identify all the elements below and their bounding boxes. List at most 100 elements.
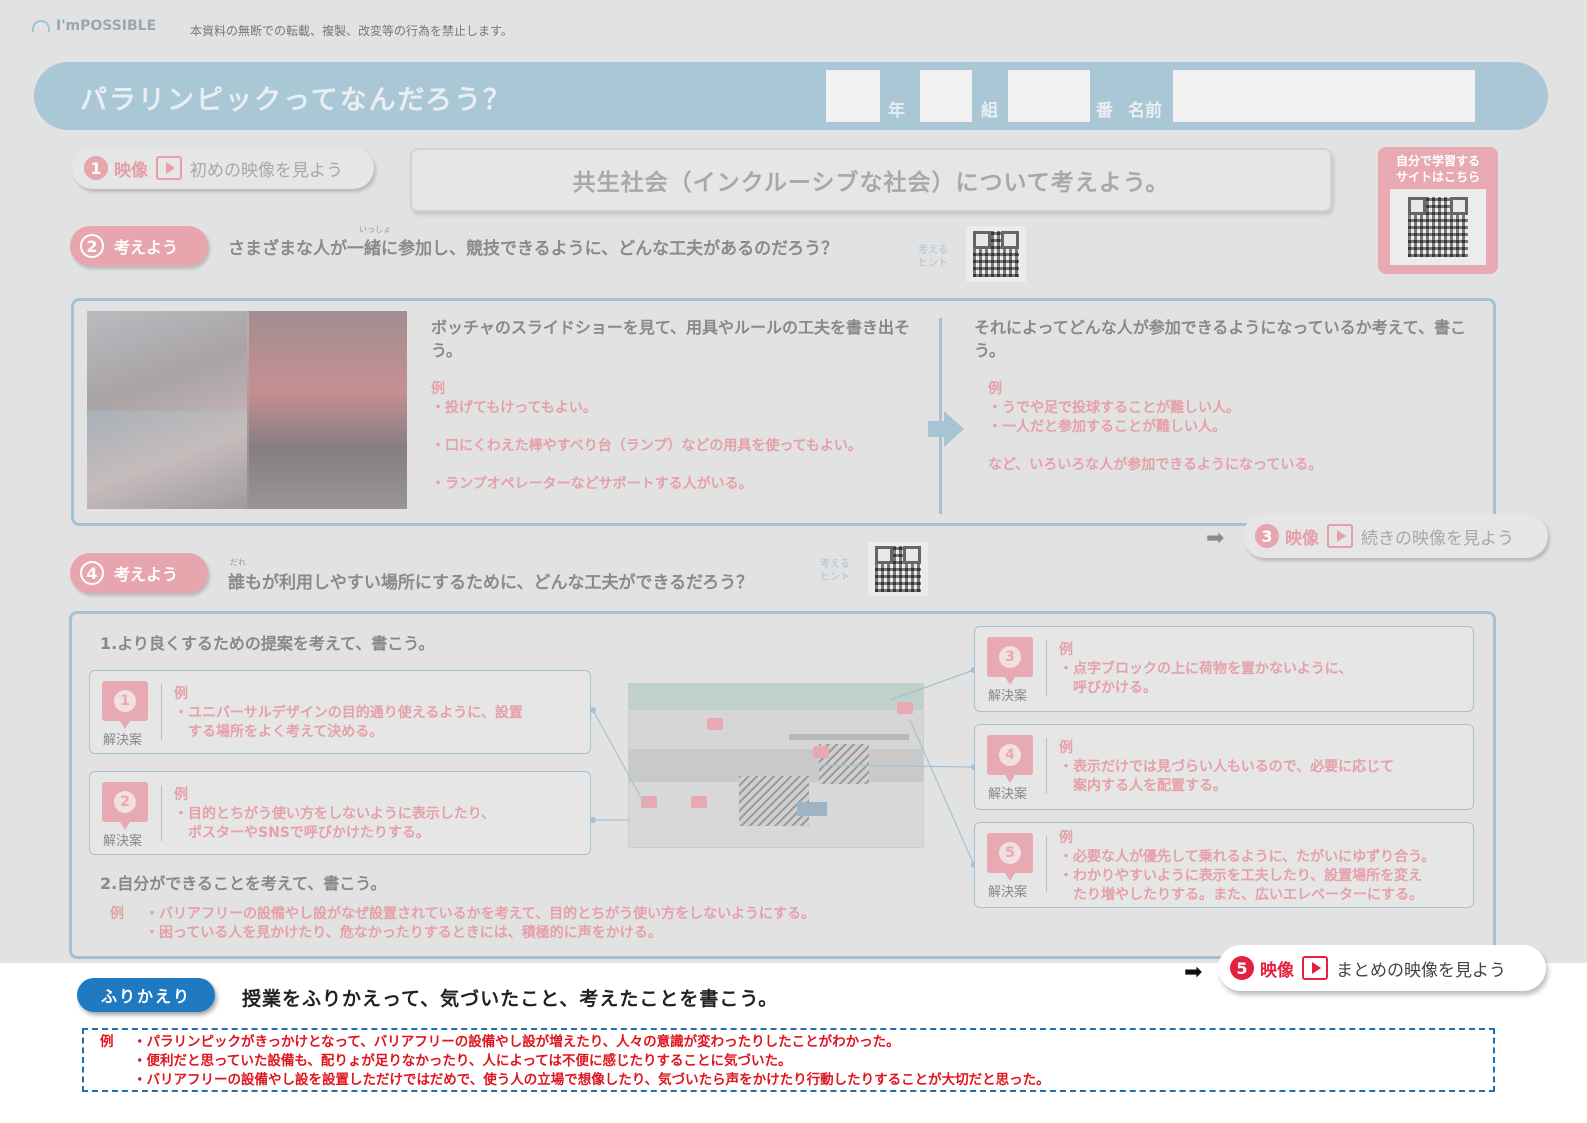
number-label: 番 [1096,101,1113,121]
self-study-line2: サイトはこちら [1395,170,1480,184]
page-title: パラリンピックってなんだろう？ [80,85,513,116]
solution-example-label: 例 [174,787,188,803]
solution-card-5: 5 解決案 例 ・必要な人が優先して乗れるように、たがいにゆずり合う。 ・わかり… [974,822,1474,908]
step5-number: 5 [1230,956,1254,980]
section2-example-1: ・バリアフリーの設備やし設がなぜ設置されているかを考えて、目的とちがう使い方をし… [145,906,816,922]
section2-example-label: 例 [110,906,124,922]
solution-badge: 3 [987,637,1033,685]
step4-think-badge: 4 考えよう [70,553,208,593]
solution-card-3: 3 解決案 例 ・点字ブロックの上に荷物を置かないように、 呼びかける。 [974,626,1474,712]
step4-ruby: だれ [230,558,246,567]
step2-right-example-1: ・うでや足で投球することが難しい人。 [988,400,1240,416]
step2-left-example-label: 例 [431,381,445,397]
review-example-label: 例 [100,1034,114,1050]
grade-field[interactable] [826,70,880,122]
step2-right-example-label: 例 [988,381,1002,397]
step4-label: 考えよう [114,565,179,584]
solution-example-label: 例 [1059,830,1073,846]
solution-5-line-3: たり増やしたりする。また、広いエレベーターにする。 [1059,887,1424,903]
solution-2-line-1: ・目的とちがう使い方をしないように表示したり、 [174,806,496,822]
step4-hint-label: 考える ヒント [820,559,850,583]
section2-example-2: ・困っている人を見かけたり、危なかったりするときには、積極的に声をかける。 [145,925,662,941]
solution-5-line-2: ・わかりやすいように表示を工夫したり、設置場所を変え [1059,868,1423,884]
step5-video-button[interactable]: 5 映像 まとめの映像を見よう [1218,945,1546,991]
impossible-logo: I'mPOSSIBLE [32,18,156,34]
solution-badge: 4 [987,735,1033,783]
solution-example-label: 例 [174,686,188,702]
step1-text: 初めの映像を見よう [190,160,343,181]
step2-number: 2 [80,234,104,258]
solution-label: 解決案 [988,787,1028,802]
solution-1-line-1: ・ユニバーサルデザインの目的通り使えるように、設置 [174,705,523,721]
step2-left-example-3: ・ランプオペレーターなどサポートする人がいる。 [431,476,753,492]
self-study-line1: 自分で学習する [1395,154,1480,168]
solution-label: 解決案 [103,733,143,748]
qr-code-icon [875,546,921,592]
step3-text: 続きの映像を見よう [1361,528,1514,549]
step2-question: さまざまな人が一緒に参加し、競技できるように、どんな工夫があるのだろう？ [228,239,839,259]
solution-card-4: 4 解決案 例 ・表示だけでは見づらい人もいるので、必要に応じて 案内する人を配… [974,724,1474,810]
self-study-qr[interactable] [1390,189,1486,265]
solution-card-1: 1 解決案 例 ・ユニバーサルデザインの目的通り使えるように、設置 する場所をよ… [89,670,591,754]
arrow-right-icon [928,411,964,447]
review-example-1: ・パラリンピックがきっかけとなって、バリアフリーの設備やし設が増えたり、人々の意… [133,1034,900,1050]
grade-label: 年 [888,101,905,121]
step4-section1-heading: 1.より良くするための提案を考えて、書こう。 [100,634,435,653]
arrow-right-icon: ➡ [1206,526,1225,551]
solution-4-line-2: 案内する人を配置する。 [1059,778,1227,794]
review-example-3: ・バリアフリーの設備やし設を設置しただけではだめで、使う人の立場で想像したり、気… [133,1072,1050,1088]
review-badge: ふりかえり [77,978,215,1012]
play-icon [1302,956,1328,980]
boccia-photo [87,311,407,509]
step4-question: 誰もが利用しやすい場所にするために、どんな工夫ができるだろう？ [228,573,754,593]
solution-badge: 1 [102,681,148,729]
solution-example-label: 例 [1059,740,1073,756]
step2-left-example-1: ・投げてもけってもよい。 [431,400,597,416]
step1-number: 1 [84,156,108,180]
class-label: 組 [981,101,998,121]
step2-right-heading: それによってどんな人が参加できるようになっているか考えて、書こう。 [974,318,1467,360]
play-icon [1327,524,1353,548]
step2-think-badge: 2 考えよう [70,226,208,266]
review-question: 授業をふりかえって、気づいたこと、考えたことを書こう。 [242,988,779,1010]
qr-code-icon [973,231,1019,277]
review-example-2: ・便利だと思っていた設備も、配りょが足りなかったり、人によっては不便に感じたりす… [133,1053,792,1069]
number-field[interactable] [1008,70,1090,122]
name-field[interactable] [1173,70,1475,122]
solution-4-line-1: ・表示だけでは見づらい人もいるので、必要に応じて [1059,759,1395,775]
play-icon [156,156,182,180]
qr-code-icon [1408,197,1468,257]
step4-number: 4 [80,561,104,585]
step4-section2-heading: 2.自分ができることを考えて、書こう。 [100,874,387,893]
step5-kind: 映像 [1260,960,1294,981]
name-label: 名前 [1128,101,1162,121]
solution-badge: 2 [102,782,148,830]
solution-3-line-2: 呼びかける。 [1059,680,1157,696]
class-field[interactable] [920,70,972,122]
solution-label: 解決案 [103,834,143,849]
solution-1-line-2: する場所をよく考えて決める。 [174,724,384,740]
step2-hint-qr[interactable] [966,226,1026,282]
step4-hint-qr[interactable] [868,542,928,596]
step1-kind: 映像 [114,160,148,181]
solution-badge: 5 [987,833,1033,881]
solution-label: 解決案 [988,689,1028,704]
solution-3-line-1: ・点字ブロックの上に荷物を置かないように、 [1059,661,1353,677]
solution-example-label: 例 [1059,642,1073,658]
solution-2-line-2: ポスターやSNSで呼びかけたりする。 [174,825,430,841]
arrow-right-icon: ➡ [1184,960,1203,985]
copyright-notice: 本資料の無断での転載、複製、改変等の行為を禁止します。 [190,24,513,38]
step1-video-button[interactable]: 1 映像 初めの映像を見よう [72,147,374,189]
step3-number: 3 [1255,524,1279,548]
step2-label: 考えよう [114,238,179,257]
connector-lines [590,667,977,868]
lesson-theme: 共生社会（インクルーシブな社会）について考えよう。 [410,148,1332,212]
step2-right-example-2: ・一人だと参加することが難しい人。 [988,419,1226,435]
logo-mark-icon [32,20,50,32]
self-study-card[interactable]: 自分で学習する サイトはこちら [1378,147,1498,274]
solution-label: 解決案 [988,885,1028,900]
step2-hint-label: 考える ヒント [918,245,948,269]
step5-text: まとめの映像を見よう [1336,960,1506,981]
step2-left-heading: ボッチャのスライドショーを見て、用具やルールの工夫を書き出そう。 [431,318,911,360]
step3-video-button[interactable]: 3 映像 続きの映像を見よう [1243,514,1548,558]
